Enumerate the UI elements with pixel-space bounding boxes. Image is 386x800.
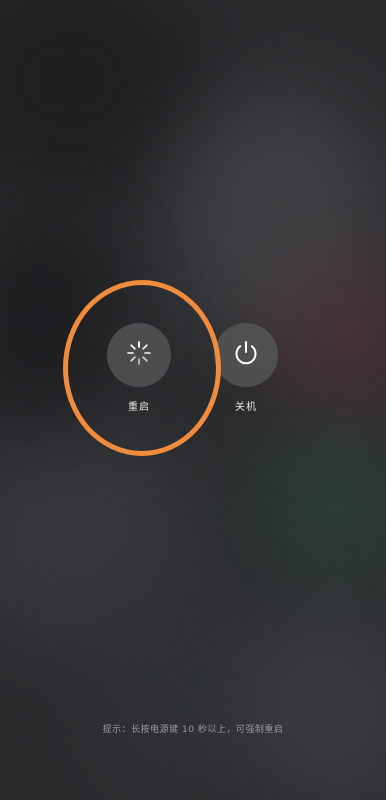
shutdown-label: 关机 bbox=[235, 402, 257, 413]
wallpaper-blur bbox=[250, 420, 386, 590]
power-menu-screen: 重启 关机 提示：长按电源键 10 秒以上，可强制重启 bbox=[0, 0, 386, 800]
power-icon bbox=[231, 338, 261, 372]
force-restart-hint: 提示：长按电源键 10 秒以上，可强制重启 bbox=[102, 725, 284, 735]
highlight-circle bbox=[63, 280, 221, 456]
wallpaper-blur bbox=[0, 0, 200, 200]
shutdown-button[interactable] bbox=[214, 323, 278, 387]
